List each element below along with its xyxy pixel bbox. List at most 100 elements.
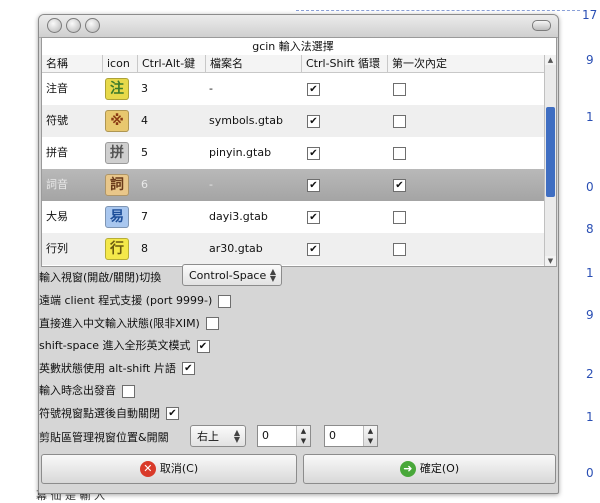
im-filename: - (209, 82, 213, 95)
clipboard-x-value: 0 (262, 429, 269, 442)
clipboard-y-value: 0 (329, 429, 336, 442)
scrollbar-thumb[interactable] (546, 107, 555, 197)
window-title: gcin 輸入法選擇 (252, 40, 334, 53)
im-filename: symbols.gtab (209, 114, 283, 127)
spin-arrows-icon[interactable]: ▲ ▼ (363, 426, 377, 446)
option-checkbox[interactable]: ✔ (181, 362, 195, 375)
im-icon: 易 (105, 206, 129, 228)
im-hotkey: 7 (141, 210, 148, 223)
option-checkbox[interactable]: ✔ (196, 339, 210, 353)
im-icon: 注 (105, 78, 129, 100)
im-name: 注音 (46, 82, 68, 95)
background-link[interactable]: 0 (586, 466, 594, 480)
clipboard-position-label: 剪貼區管理視窗位置&開關 (39, 431, 169, 444)
background-link[interactable]: 1 (586, 410, 594, 424)
default-checkbox[interactable] (393, 83, 406, 96)
column-header-filename[interactable]: 檔案名 (205, 55, 301, 72)
option-label: 輸入時念出發音 (39, 384, 116, 397)
im-name: 符號 (46, 114, 68, 127)
gcin-im-selection-window: gcin 輸入法選擇 名稱 icon Ctrl-Alt-鍵 檔案名 Ctrl-S… (38, 14, 559, 494)
cycle-checkbox[interactable]: ✔ (307, 83, 320, 96)
background-link[interactable]: 1 (586, 266, 594, 280)
option-label: 遠端 client 程式支援 (port 9999-) (39, 294, 213, 307)
table-row[interactable]: 拼音 拼 5 pinyin.gtab ✔ (42, 137, 544, 169)
im-hotkey: 6 (141, 178, 148, 191)
option-label: shift-space 進入全形英文模式 (39, 339, 191, 352)
table-scrollbar[interactable]: ▲ ▼ (544, 55, 556, 266)
im-name: 大易 (46, 210, 68, 223)
im-name: 詞音 (46, 178, 68, 191)
im-hotkey: 3 (141, 82, 148, 95)
scroll-down-arrow-icon[interactable]: ▼ (545, 256, 556, 266)
scroll-up-arrow-icon[interactable]: ▲ (545, 55, 556, 65)
column-header-cycle[interactable]: Ctrl-Shift 循環 (301, 55, 387, 72)
table-row[interactable]: 符號 ※ 4 symbols.gtab ✔ (42, 105, 544, 137)
table-row[interactable]: 行列 行 8 ar30.gtab ✔ (42, 233, 544, 265)
ok-label: 確定(O) (419, 462, 460, 475)
im-hotkey: 5 (141, 146, 148, 159)
default-checkbox[interactable]: ✔ (393, 179, 406, 192)
close-window-button[interactable] (47, 18, 62, 33)
default-checkbox[interactable] (393, 147, 406, 160)
clipboard-position-select[interactable]: 右上 ▲ ▼ (190, 425, 246, 447)
option-row: 輸入時念出發音 (39, 382, 135, 400)
clipboard-x-spinbox[interactable]: 0 ▲ ▼ (257, 425, 311, 447)
table-row[interactable]: 詞音 詞 6 - ✔ ✔ (42, 169, 544, 201)
column-header-hotkey[interactable]: Ctrl-Alt-鍵 (137, 55, 205, 72)
toolbar-toggle-button[interactable] (532, 20, 551, 31)
cycle-checkbox[interactable]: ✔ (307, 243, 320, 256)
background-link[interactable]: 8 (586, 222, 594, 236)
option-checkbox[interactable] (205, 317, 219, 330)
background-link[interactable]: 2 (586, 367, 594, 381)
toggle-hotkey-label: 輸入視窗(開啟/關閉)切換 (39, 271, 162, 284)
im-filename: - (209, 178, 213, 191)
background-link[interactable]: 0 (586, 180, 594, 194)
option-label: 符號視窗點選後自動關閉 (39, 406, 160, 420)
default-checkbox[interactable] (393, 243, 406, 256)
spin-arrows-icon[interactable]: ▲ ▼ (296, 426, 310, 446)
ok-arrow-icon: ➜ (399, 461, 416, 477)
background-link[interactable]: 9 (586, 308, 594, 322)
default-checkbox[interactable] (393, 211, 406, 224)
option-row: 符號視窗點選後自動關閉 ✔ (39, 405, 179, 423)
option-row: 遠端 client 程式支援 (port 9999-) (39, 292, 232, 310)
cancel-button[interactable]: ✕ 取消(C) (41, 454, 297, 484)
option-row: shift-space 進入全形英文模式 ✔ (39, 337, 210, 355)
cycle-checkbox[interactable]: ✔ (307, 147, 320, 160)
im-icon: ※ (105, 110, 129, 132)
cycle-checkbox[interactable]: ✔ (307, 179, 320, 192)
toggle-hotkey-select[interactable]: Control-Space ▲ ▼ (182, 264, 282, 286)
cancel-label: 取消(C) (159, 462, 199, 475)
im-filename: pinyin.gtab (209, 146, 272, 159)
cancel-icon: ✕ (139, 461, 156, 477)
table-row[interactable]: 大易 易 7 dayi3.gtab ✔ (42, 201, 544, 233)
minimize-window-button[interactable] (66, 18, 81, 33)
background-link[interactable]: 1 (586, 110, 594, 124)
option-checkbox[interactable] (218, 294, 232, 308)
default-checkbox[interactable] (393, 115, 406, 128)
column-header-icon[interactable]: icon (102, 55, 137, 72)
option-checkbox[interactable] (122, 384, 135, 398)
option-label: 直接進入中文輸入狀態(限非XIM) (39, 316, 200, 330)
cycle-checkbox[interactable]: ✔ (307, 115, 320, 128)
maximize-window-button[interactable] (85, 18, 100, 33)
table-row[interactable]: 注音 注 3 - ✔ (42, 73, 544, 105)
ok-button[interactable]: ➜ 確定(O) (303, 454, 556, 484)
im-name: 行列 (46, 242, 68, 255)
im-name: 拼音 (46, 146, 68, 159)
clipboard-position-value: 右上 (197, 430, 219, 443)
im-icon: 詞 (105, 174, 129, 196)
im-hotkey: 8 (141, 242, 148, 255)
column-header-default[interactable]: 第一次內定 (387, 55, 544, 72)
option-checkbox[interactable]: ✔ (166, 407, 179, 420)
input-method-table: gcin 輸入法選擇 名稱 icon Ctrl-Alt-鍵 檔案名 Ctrl-S… (41, 37, 557, 267)
background-link[interactable]: 17 (582, 8, 597, 22)
clipboard-y-spinbox[interactable]: 0 ▲ ▼ (324, 425, 378, 447)
column-header-name[interactable]: 名稱 (42, 55, 102, 72)
option-label: 英數狀態使用 alt-shift 片語 (39, 361, 176, 375)
im-filename: dayi3.gtab (209, 210, 268, 223)
table-body: 注音注 3- ✔ 符號 ※ 4 symbols.gtab ✔ 拼音拼 5 pinyin.gtab ✔ 詞… (42, 73, 544, 266)
toggle-hotkey-value: Control-Space (189, 269, 267, 282)
cycle-checkbox[interactable]: ✔ (307, 211, 320, 224)
background-link[interactable]: 9 (586, 53, 594, 67)
